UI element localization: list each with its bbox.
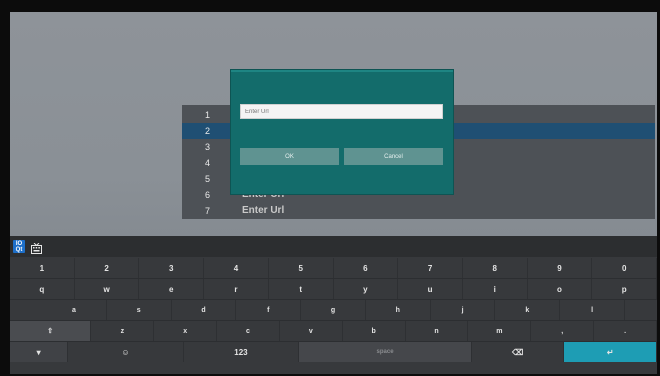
key[interactable]: 8 [463, 258, 528, 278]
key[interactable]: f [236, 300, 302, 320]
key[interactable]: k [495, 300, 561, 320]
key[interactable]: p [592, 279, 657, 299]
key[interactable]: y [334, 279, 399, 299]
key[interactable]: h [366, 300, 431, 320]
key[interactable]: t [269, 279, 334, 299]
key[interactable]: c [217, 321, 280, 341]
key[interactable]: a [42, 300, 107, 320]
key[interactable]: j [431, 300, 496, 320]
key[interactable]: x [154, 321, 218, 341]
key-row-bottom: ▾ ☺ 123 space ⌫ ↵ [10, 342, 657, 362]
key[interactable]: g [301, 300, 366, 320]
list-item-number: 5 [204, 173, 210, 184]
list-item-number: 6 [204, 189, 210, 200]
enter-url-dialog: OK Cancel [231, 70, 453, 194]
key[interactable]: 7 [398, 258, 463, 278]
list-item-number: 2 [204, 125, 210, 136]
keyboard-toolbar: IO Qt [10, 236, 657, 257]
enter-key[interactable]: ↵ [564, 342, 657, 362]
key[interactable]: d [172, 300, 237, 320]
key[interactable]: b [343, 321, 406, 341]
key[interactable]: . [594, 321, 657, 341]
list-item-number: 3 [204, 141, 210, 152]
list-item-number: 4 [204, 157, 210, 168]
space-key[interactable]: space [299, 342, 472, 362]
key-row-zxcv: ⇧ z x c v b n m , . [10, 321, 657, 341]
key[interactable]: 9 [528, 258, 593, 278]
key[interactable]: 0 [592, 258, 657, 278]
list-item-number: 1 [204, 109, 210, 120]
backspace-key[interactable]: ⌫ [472, 342, 565, 362]
key[interactable]: 2 [75, 258, 140, 278]
screen: 1 2 3 4 5 6 Enter Url 7 Enter Url Enter … [0, 0, 660, 376]
key[interactable]: 5 [269, 258, 334, 278]
key-row-asdf: a s d f g h j k l [10, 300, 657, 320]
hide-keyboard-key[interactable]: ▾ [10, 342, 69, 362]
key[interactable]: 1 [10, 258, 75, 278]
key[interactable]: l [560, 300, 626, 320]
key[interactable]: i [463, 279, 528, 299]
key[interactable]: u [398, 279, 463, 299]
mode-123-key[interactable]: 123 [184, 342, 300, 362]
key[interactable]: v [280, 321, 343, 341]
keyboard-icon[interactable] [31, 241, 42, 254]
url-input[interactable] [240, 104, 443, 119]
virtual-keyboard: IO Qt 1 2 3 4 5 6 7 8 9 0 q w e r t y u … [10, 236, 657, 374]
key[interactable]: m [468, 321, 532, 341]
list-item[interactable]: 7 Enter Url [182, 203, 655, 219]
key[interactable]: r [204, 279, 269, 299]
ok-button[interactable]: OK [240, 148, 339, 165]
key-row-numbers: 1 2 3 4 5 6 7 8 9 0 [10, 258, 657, 278]
emoji-key[interactable]: ☺ [68, 342, 184, 362]
key[interactable]: w [75, 279, 140, 299]
key-row-qwerty: q w e r t y u i o p [10, 279, 657, 299]
tv-display: 1 2 3 4 5 6 Enter Url 7 Enter Url Enter … [10, 12, 657, 374]
key[interactable]: q [10, 279, 75, 299]
key[interactable]: s [107, 300, 172, 320]
language-icon-bottom: Qt [15, 246, 23, 253]
key[interactable]: e [139, 279, 205, 299]
key[interactable]: z [91, 321, 155, 341]
language-icon[interactable]: IO Qt [13, 240, 25, 253]
key[interactable]: , [531, 321, 595, 341]
key[interactable]: n [406, 321, 469, 341]
key[interactable]: o [528, 279, 593, 299]
cancel-button[interactable]: Cancel [344, 148, 443, 165]
key[interactable]: 6 [334, 258, 399, 278]
list-item-number: 7 [204, 205, 210, 216]
key[interactable]: 3 [139, 258, 205, 278]
key[interactable]: 4 [204, 258, 269, 278]
shift-key[interactable]: ⇧ [10, 321, 92, 341]
list-item-url: Enter Url [242, 205, 285, 217]
